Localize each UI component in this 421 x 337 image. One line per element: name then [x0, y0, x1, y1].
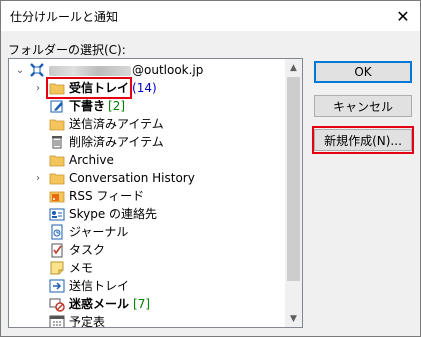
cancel-button[interactable]: キャンセル	[314, 95, 412, 117]
tree-item-label: 下書き	[69, 99, 106, 113]
scroll-down-icon[interactable]: ▼	[285, 310, 302, 327]
tree-scrollbar[interactable]: ▲ ▼	[285, 59, 302, 327]
tree-item-label: 迷惑メール	[69, 297, 130, 311]
folder-tree[interactable]: ⌄ @outlook.jp › 受信トレイ (14) 下書き [2] 送信済みア…	[8, 58, 303, 328]
tree-item-label: 予定表	[69, 315, 106, 328]
ok-button[interactable]: OK	[314, 61, 412, 83]
scroll-up-icon[interactable]: ▲	[285, 59, 302, 76]
tree-item-label: Skype の連絡先	[69, 207, 158, 221]
redacted-email	[49, 65, 131, 76]
drafts-icon	[49, 98, 65, 114]
folder-icon	[49, 170, 65, 186]
chevron-right-icon[interactable]: ›	[33, 79, 43, 97]
unread-count: (14)	[132, 81, 157, 95]
tree-item-label: 送信済みアイテム	[69, 117, 164, 131]
contacts-icon	[49, 206, 65, 222]
tasks-icon	[49, 242, 65, 258]
tree-item-rss[interactable]: RSS フィード	[9, 187, 286, 205]
tree-item-label: 送信トレイ	[69, 279, 130, 293]
tree-item-label: メモ	[69, 261, 94, 275]
rules-dialog: 仕分けルールと通知 ✕ フォルダーの選択(C): ⌄ @outlook.jp ›…	[0, 0, 421, 337]
tree-item-skype-contacts[interactable]: Skype の連絡先	[9, 205, 286, 223]
tree-item-conversation-history[interactable]: › Conversation History	[9, 169, 286, 187]
tree-item-deleted-items[interactable]: 削除済みアイテム	[9, 133, 286, 151]
title-bar: 仕分けルールと通知 ✕	[1, 1, 420, 31]
tree-item-outbox[interactable]: 送信トレイ	[9, 277, 286, 295]
account-name: @outlook.jp	[49, 62, 203, 78]
notes-icon	[49, 260, 65, 276]
tree-item-sent-items[interactable]: 送信済みアイテム	[9, 115, 286, 133]
tree-item-label: 受信トレイ	[69, 81, 130, 95]
tree-item-drafts[interactable]: 下書き [2]	[9, 97, 286, 115]
new-folder-button[interactable]: 新規作成(N)...	[314, 129, 412, 151]
trash-icon	[49, 134, 65, 150]
tree-item-inbox[interactable]: › 受信トレイ (14)	[9, 79, 286, 97]
tree-item-notes[interactable]: メモ	[9, 259, 286, 277]
tree-item-label: Archive	[69, 153, 114, 167]
scroll-thumb[interactable]	[287, 77, 300, 281]
sent-items-icon	[49, 116, 65, 132]
inbox-icon	[49, 80, 65, 96]
calendar-icon	[49, 314, 65, 327]
tree-item-label: 削除済みアイテム	[69, 135, 164, 149]
item-count: [7]	[133, 297, 151, 311]
rss-icon	[49, 188, 65, 204]
junk-mail-icon	[49, 296, 65, 312]
tree-item-tasks[interactable]: タスク	[9, 241, 286, 259]
folder-select-label: フォルダーの選択(C):	[8, 43, 126, 57]
close-icon[interactable]: ✕	[386, 1, 420, 31]
outbox-icon	[49, 278, 65, 294]
tree-item-label: RSS フィード	[69, 189, 145, 203]
tree-item-journal[interactable]: ジャーナル	[9, 223, 286, 241]
tree-item-archive[interactable]: Archive	[9, 151, 286, 169]
journal-icon	[49, 224, 65, 240]
item-count: [2]	[108, 99, 126, 113]
tree-item-calendar[interactable]: 予定表	[9, 313, 286, 328]
chevron-right-icon[interactable]: ›	[33, 169, 43, 187]
tree-item-label: ジャーナル	[69, 225, 129, 239]
tree-item-account[interactable]: ⌄ @outlook.jp	[9, 61, 286, 79]
window-title: 仕分けルールと通知	[10, 10, 119, 24]
tree-item-label: タスク	[69, 243, 106, 257]
chevron-down-icon[interactable]: ⌄	[15, 61, 25, 79]
tree-item-label: Conversation History	[69, 171, 195, 185]
account-icon	[29, 62, 45, 78]
tree-item-junk-mail[interactable]: 迷惑メール [7]	[9, 295, 286, 313]
folder-icon	[49, 152, 65, 168]
